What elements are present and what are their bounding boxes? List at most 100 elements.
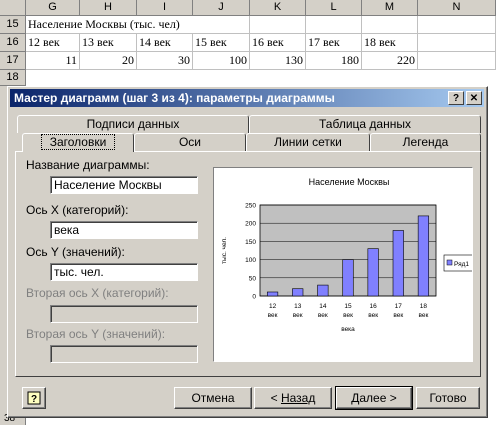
y-tick-label-50: 50 [249, 275, 257, 282]
x-tick-label-unit-2: век [318, 312, 328, 319]
row-header-18[interactable]: 18 [0, 70, 26, 86]
tab-titles[interactable]: Заголовки [22, 133, 134, 152]
cell-j16[interactable]: 15 век [193, 34, 250, 51]
cell-h16[interactable]: 13 век [80, 34, 137, 51]
x-axis-title: века [341, 326, 355, 333]
column-header-h[interactable]: H [80, 0, 137, 15]
next-button[interactable]: Далее > [335, 386, 413, 410]
bar-17-век [392, 230, 404, 297]
bar-18-век [417, 215, 430, 297]
x-axis-input[interactable]: века [50, 221, 198, 239]
tab-gridlines[interactable]: Линии сетки [246, 133, 370, 151]
column-header-m[interactable]: M [362, 0, 418, 15]
cell-g16[interactable]: 12 век [26, 34, 80, 51]
cell-l17[interactable]: 180 [306, 52, 362, 69]
column-header-i[interactable]: I [137, 0, 193, 15]
column-header-j[interactable]: J [193, 0, 250, 15]
cell-m15[interactable] [362, 16, 418, 33]
x-tick-label-unit-4: век [368, 312, 378, 319]
y-tick-label-0: 0 [252, 294, 256, 301]
y-axis-label: Ось Y (значений): [26, 245, 125, 259]
column-header-row: G H I J K L M N [0, 0, 496, 16]
x-axis-label: Ось X (категорий): [26, 203, 129, 217]
chart-preview: Население Москвы 0 50 100 150 200 250 12 век 13 ве… [213, 167, 475, 362]
bar-13-век [292, 288, 304, 297]
column-header-n[interactable]: N [418, 0, 496, 15]
cell-n16[interactable] [418, 34, 496, 51]
cell-l15[interactable] [306, 16, 362, 33]
x-tick-label-unit-6: век [419, 312, 429, 319]
tab-data-labels[interactable]: Подписи данных [17, 115, 249, 133]
x-tick-label-unit-1: век [293, 312, 303, 319]
back-button[interactable]: < Назад [254, 387, 332, 409]
dialog-titlebar[interactable]: Мастер диаграмм (шаг 3 из 4): параметры … [10, 89, 484, 107]
y-tick-label-150: 150 [245, 239, 256, 246]
cell-k15[interactable] [250, 16, 306, 33]
legend-label: Ряд1 [454, 261, 469, 268]
x-tick-label-num-3: 15 [344, 303, 352, 310]
cell-m16[interactable]: 18 век [362, 34, 418, 51]
row-header-15[interactable]: 15 [0, 16, 26, 34]
y-tick-label-200: 200 [245, 221, 256, 228]
cell-n15[interactable] [418, 16, 496, 33]
tab-titles-label: Заголовки [40, 134, 116, 150]
titles-tab-panel: Название диаграммы: Население Москвы Ось… [15, 151, 481, 377]
sheet-row-17: 11 20 30 100 130 180 220 [26, 52, 496, 70]
x-tick-label-num-4: 16 [370, 303, 378, 310]
column-header-g[interactable]: G [26, 0, 80, 15]
svg-text:?: ? [31, 394, 37, 405]
select-all-corner[interactable] [0, 0, 26, 15]
column-header-l[interactable]: L [306, 0, 362, 15]
assistant-icon: ? [27, 391, 41, 405]
chart-preview-svg: Население Москвы 0 50 100 150 200 250 12 век 13 ве… [221, 177, 475, 333]
tab-legend[interactable]: Легенда [370, 133, 481, 151]
help-button[interactable]: ? [448, 91, 464, 105]
secondary-x-axis-input [50, 305, 198, 323]
office-assistant-button[interactable]: ? [22, 387, 46, 409]
chart-title-label: Название диаграммы: [26, 158, 150, 172]
legend-swatch [446, 259, 453, 266]
cell-m17[interactable]: 220 [362, 52, 418, 69]
back-button-prefix: < [270, 391, 281, 405]
bar-15-век [342, 259, 354, 297]
x-tick-label-num-0: 12 [269, 303, 277, 310]
chart-title-input[interactable]: Население Москвы [50, 176, 198, 194]
row-header-17[interactable]: 17 [0, 52, 26, 70]
x-tick-label-num-1: 13 [294, 303, 302, 310]
y-tick-label-250: 250 [245, 203, 256, 210]
x-tick-label-num-5: 17 [395, 303, 403, 310]
cell-g17[interactable]: 11 [26, 52, 80, 69]
cell-j15[interactable] [193, 16, 250, 33]
cell-k17[interactable]: 130 [250, 52, 306, 69]
close-button[interactable]: ✕ [466, 91, 482, 105]
back-button-label: Назад [280, 391, 316, 405]
bar-14-век [317, 284, 329, 297]
cell-h17[interactable]: 20 [80, 52, 137, 69]
cell-k16[interactable]: 16 век [250, 34, 306, 51]
secondary-y-axis-label: Вторая ось Y (значений): [26, 327, 166, 341]
tab-axes[interactable]: Оси [134, 133, 246, 151]
cell-g15[interactable]: Население Москвы (тыс. чел) [26, 16, 180, 33]
x-tick-label-num-2: 14 [319, 303, 327, 310]
column-header-k[interactable]: K [250, 0, 306, 15]
x-tick-label-unit-5: век [393, 312, 403, 319]
secondary-x-axis-label: Вторая ось X (категорий): [26, 286, 169, 300]
cell-l16[interactable]: 17 век [306, 34, 362, 51]
finish-button[interactable]: Готово [416, 387, 480, 409]
cell-i17[interactable]: 30 [137, 52, 193, 69]
row-header-16[interactable]: 16 [0, 34, 26, 52]
sheet-row-16: 12 век 13 век 14 век 15 век 16 век 17 ве… [26, 34, 496, 52]
tab-data-table[interactable]: Таблица данных [249, 115, 481, 133]
cell-n17[interactable] [418, 52, 496, 69]
x-tick-label-num-6: 18 [420, 303, 428, 310]
cell-j17[interactable]: 100 [193, 52, 250, 69]
bar-16-век [367, 248, 379, 297]
y-axis-title: тыс. чел. [221, 237, 228, 264]
secondary-y-axis-input [50, 345, 198, 363]
chart-wizard-dialog: Мастер диаграмм (шаг 3 из 4): параметры … [7, 86, 488, 418]
chart-title: Население Москвы [309, 177, 390, 187]
cell-i16[interactable]: 14 век [137, 34, 193, 51]
y-axis-input[interactable]: тыс. чел. [50, 263, 198, 281]
y-tick-label-100: 100 [245, 257, 256, 264]
cancel-button[interactable]: Отмена [174, 387, 252, 409]
